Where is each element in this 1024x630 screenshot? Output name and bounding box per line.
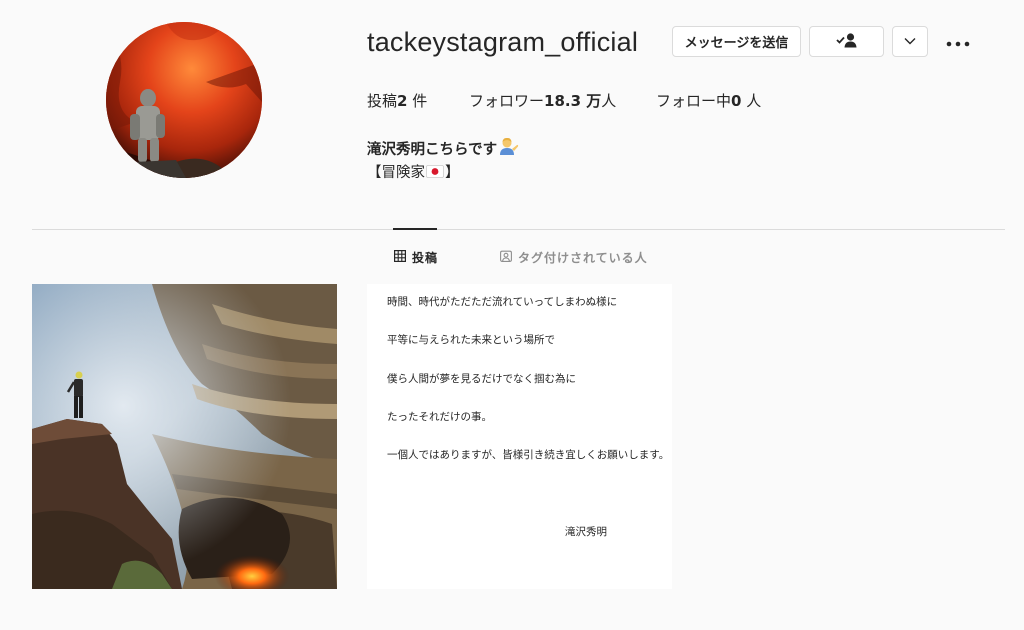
bio-full-name: 滝沢秀明こちらです [367,137,519,159]
explorer-in-volcano-photo [106,22,262,178]
bio-line-text: 【冒険家 [367,165,425,181]
bio-line-close: 】 [445,165,460,181]
volcano-crater-photo [32,284,337,589]
following-count: 0 [731,92,742,110]
man-tipping-hand-emoji [499,137,519,159]
active-tab-indicator [393,228,437,230]
post-text-line: たったそれだけの事。 [387,411,492,423]
following-stat[interactable]: フォロー中0 人 [656,90,761,111]
post-text-line: 平等に与えられた未来という場所で [387,334,555,346]
posts-count: 2 [397,92,408,110]
post-text-line: 僕ら人間が夢を見るだけでなく掴む為に [387,373,576,385]
following-unit: 人 [741,92,762,110]
suggestions-dropdown-button[interactable] [892,26,928,57]
tagged-icon [500,250,512,265]
more-horizontal-icon [946,32,970,51]
followers-label: フォロワー [469,92,545,110]
japan-flag-emoji [426,165,444,178]
more-options-button[interactable] [943,30,973,52]
chevron-down-icon [904,34,916,49]
following-label: フォロー中 [656,92,732,110]
following-button[interactable] [809,26,884,57]
profile-avatar[interactable] [106,22,262,178]
tab-tagged[interactable]: タグ付けされている人 [500,249,648,266]
post-text-line: 一個人ではありますが、皆様引き続き宜しくお願いします。 [387,449,670,461]
send-message-button[interactable]: メッセージを送信 [672,26,801,57]
followers-unit: 人 [601,92,617,110]
tab-tagged-label: タグ付けされている人 [518,251,648,265]
full-name-text: 滝沢秀明こちらです [367,141,498,158]
posts-label: 投稿 [367,92,398,110]
posts-unit: 件 [407,92,428,110]
profile-page: tackeystagram_official メッセージを送信 投稿2 件 フォ… [0,0,1024,630]
post-signature: 滝沢秀明 [565,526,607,538]
tab-posts[interactable]: 投稿 [394,249,438,266]
post-thumbnail[interactable] [32,284,337,589]
post-text-line: 時間、時代がただただ流れていってしまわぬ様に [387,296,618,308]
followers-stat[interactable]: フォロワー18.3 万人 [469,90,616,111]
posts-count-stat: 投稿2 件 [367,90,427,111]
grid-icon [394,250,407,265]
tab-posts-label: 投稿 [412,251,439,265]
bio-line: 【冒険家 】 [367,161,460,182]
username: tackeystagram_official [367,27,639,57]
tabs-divider [32,229,1005,230]
followers-count: 18.3 万 [544,92,602,110]
person-check-icon [835,32,858,52]
text-post-thumbnail[interactable]: 時間、時代がただただ流れていってしまわぬ様に 平等に与えられた未来という場所で … [367,284,672,589]
